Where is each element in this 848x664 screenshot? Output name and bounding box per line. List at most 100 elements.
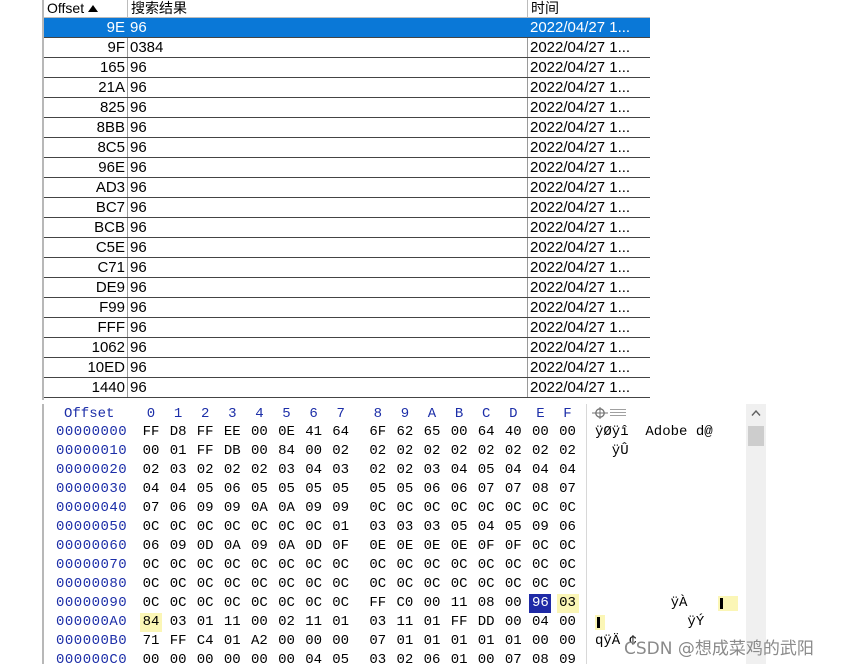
hex-byte[interactable]: 01 [330,518,352,537]
hex-byte[interactable]: 05 [248,480,270,499]
chevron-up-icon[interactable] [751,410,761,416]
hex-byte[interactable]: 00 [421,594,443,613]
hex-byte[interactable]: 07 [475,480,497,499]
hex-byte[interactable]: 09 [221,499,243,518]
hex-byte[interactable]: 0C [394,499,416,518]
table-row[interactable]: BCB 96 2022/04/27 1... [44,218,650,238]
hex-byte[interactable]: 0C [557,556,579,575]
text-lines-icon[interactable] [610,408,626,418]
hex-byte[interactable]: 0C [502,556,524,575]
hex-byte[interactable]: 0C [475,556,497,575]
hex-byte[interactable]: 00 [248,423,270,442]
hex-byte[interactable]: 01 [394,632,416,651]
hex-byte[interactable]: 09 [330,499,352,518]
column-header-offset[interactable]: Offset [44,0,128,17]
hex-byte[interactable]: 0C [194,594,216,613]
hex-byte[interactable]: 04 [475,518,497,537]
hex-byte[interactable]: FF [194,442,216,461]
hex-byte[interactable]: 03 [394,518,416,537]
hex-byte[interactable]: 05 [330,651,352,664]
hex-byte[interactable]: 02 [557,442,579,461]
hex-byte[interactable]: 06 [421,480,443,499]
table-row[interactable]: C5E 96 2022/04/27 1... [44,238,650,258]
table-row[interactable]: 825 96 2022/04/27 1... [44,98,650,118]
hex-byte[interactable]: 09 [557,651,579,664]
hex-byte[interactable]: 00 [502,613,524,632]
hex-byte[interactable]: 0C [221,518,243,537]
hex-byte[interactable]: 0F [330,537,352,556]
hex-byte[interactable]: 64 [330,423,352,442]
hex-byte[interactable]: 0C [303,575,325,594]
hex-byte[interactable]: 09 [194,499,216,518]
hex-byte[interactable]: DD [475,613,497,632]
hex-byte[interactable]: 0C [303,556,325,575]
hex-byte[interactable]: 01 [221,632,243,651]
hex-byte[interactable]: 0C [367,499,389,518]
hex-byte[interactable]: 41 [303,423,325,442]
hex-byte[interactable]: FF [194,423,216,442]
hex-byte[interactable]: 64 [475,423,497,442]
hex-byte[interactable]: 65 [421,423,443,442]
hex-byte[interactable]: 0C [248,556,270,575]
hex-byte[interactable]: 04 [529,461,551,480]
hex-byte[interactable]: 0C [276,518,298,537]
hex-byte[interactable]: 04 [303,461,325,480]
table-row[interactable]: 21A 96 2022/04/27 1... [44,78,650,98]
hex-byte[interactable]: 0F [502,537,524,556]
hex-byte[interactable]: 0C [529,556,551,575]
hex-byte[interactable]: 09 [529,518,551,537]
hex-byte[interactable]: 03 [367,651,389,664]
hex-byte[interactable]: 01 [194,613,216,632]
hex-byte[interactable]: 03 [421,518,443,537]
hex-byte[interactable]: 0C [475,499,497,518]
hex-byte[interactable]: 03 [367,613,389,632]
hex-byte[interactable]: FF [167,632,189,651]
hex-byte[interactable]: 02 [248,461,270,480]
hex-byte[interactable]: 0C [421,575,443,594]
hex-byte[interactable]: 07 [502,480,524,499]
table-row[interactable]: FFF 96 2022/04/27 1... [44,318,650,338]
hex-byte[interactable]: C0 [394,594,416,613]
hex-byte[interactable]: 11 [303,613,325,632]
hex-byte[interactable]: 0C [529,499,551,518]
hex-byte[interactable]: 03 [167,461,189,480]
hex-byte[interactable]: 0C [167,518,189,537]
hex-ascii-text[interactable]: ÿÝ [595,613,745,632]
hex-byte[interactable]: 00 [276,651,298,664]
table-row[interactable]: 1440 96 2022/04/27 1... [44,378,650,398]
hex-byte[interactable]: 04 [448,461,470,480]
hex-byte[interactable]: 0C [140,518,162,537]
hex-byte[interactable]: 09 [248,537,270,556]
scrollbar-thumb[interactable] [748,426,764,446]
hex-byte[interactable]: 06 [557,518,579,537]
hex-byte[interactable]: 0C [367,575,389,594]
hex-byte[interactable]: 00 [140,442,162,461]
hex-byte[interactable]: 01 [448,632,470,651]
hex-byte[interactable]: 0C [140,575,162,594]
table-row[interactable]: 9F 0384 2022/04/27 1... [44,38,650,58]
hex-byte[interactable]: 0C [140,594,162,613]
hex-byte[interactable]: DB [221,442,243,461]
hex-byte[interactable]: 00 [303,442,325,461]
hex-byte[interactable]: 11 [394,613,416,632]
hex-byte[interactable]: 06 [221,480,243,499]
hex-byte[interactable]: 00 [529,632,551,651]
table-row[interactable]: BC7 96 2022/04/27 1... [44,198,650,218]
hex-byte[interactable]: 0C [248,575,270,594]
hex-byte[interactable]: 05 [448,518,470,537]
hex-byte[interactable]: 00 [248,442,270,461]
hex-byte[interactable]: 03 [276,461,298,480]
hex-byte[interactable]: 0A [248,499,270,518]
hex-byte[interactable]: 40 [502,423,524,442]
hex-byte[interactable]: 84 [140,613,162,632]
hex-ascii-text[interactable]: ÿØÿî Adobe d@ [595,423,745,442]
hex-byte[interactable]: 0C [303,518,325,537]
hex-byte[interactable]: 0C [448,556,470,575]
hex-byte[interactable]: 04 [167,480,189,499]
hex-byte[interactable]: 07 [502,651,524,664]
hex-byte[interactable]: 04 [502,461,524,480]
table-row[interactable]: 10ED 96 2022/04/27 1... [44,358,650,378]
hex-byte[interactable]: 0A [276,499,298,518]
hex-byte[interactable]: 0C [248,594,270,613]
hex-byte[interactable]: 0F [475,537,497,556]
